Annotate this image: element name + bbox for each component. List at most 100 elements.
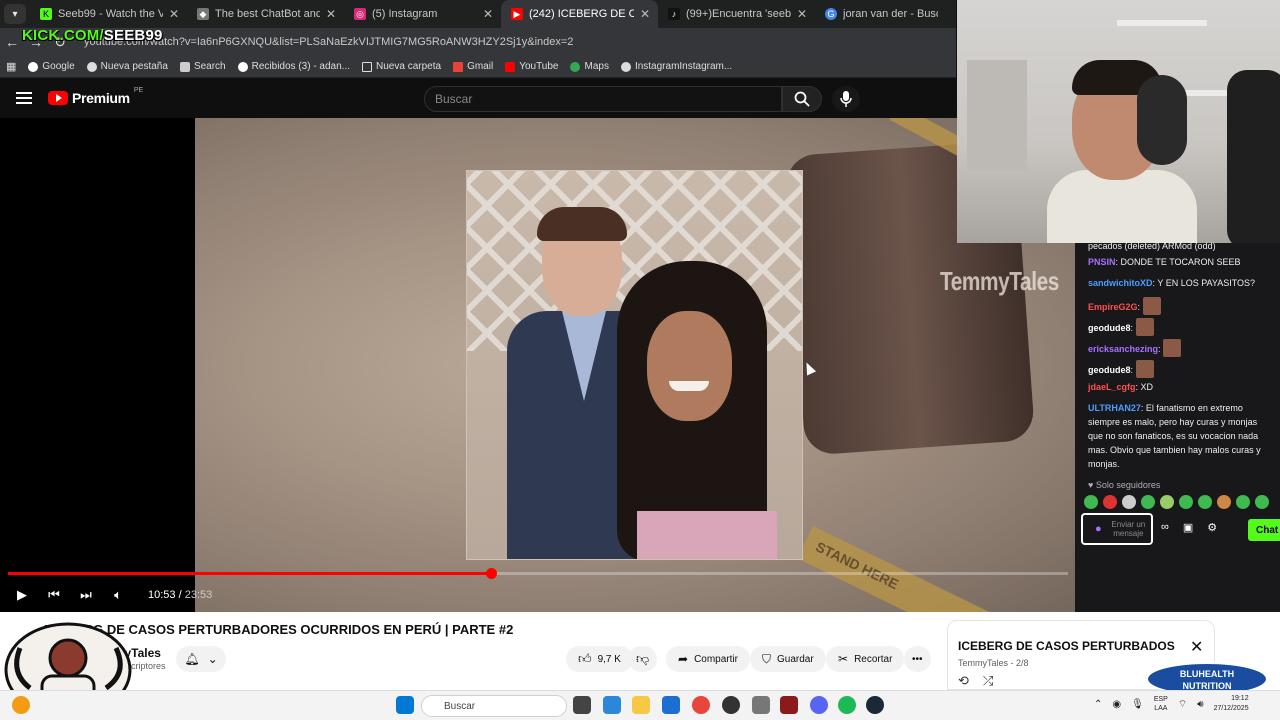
tab-tiktok[interactable]: ♪ (99+)Encuentra 'seeb99 en el co ✕ [658, 0, 815, 28]
subscribed-bell-button[interactable]: 🔔︎ ⌄ [176, 646, 226, 672]
emote-icon[interactable] [1122, 495, 1136, 509]
windows-taskbar: Buscar ⌃ ◉ 🎙︎ ESP LAA ⌔ 🔊︎ 19:12 27/12/202… [0, 690, 1280, 720]
voice-search-button[interactable] [832, 86, 860, 112]
microphone-icon[interactable]: 🎙︎ [1131, 699, 1144, 710]
bell-icon: 🔔︎ [184, 652, 200, 666]
share-button[interactable]: ➦ Compartir [666, 646, 750, 672]
bookmark-instagram[interactable]: InstagramInstagram... [620, 61, 732, 72]
bookmark-label: Search [193, 61, 226, 72]
bookmark-youtube[interactable]: YouTube [505, 61, 558, 72]
steam-icon[interactable] [866, 696, 884, 714]
chat-username[interactable]: geodude8 [1088, 323, 1131, 333]
close-icon[interactable]: ✕ [797, 7, 807, 21]
chat-send-button[interactable]: Chat [1248, 519, 1280, 541]
tab-list-button[interactable]: ▾ [4, 4, 26, 24]
tab-instagram[interactable]: ◎ (5) Instagram ✕ [344, 0, 501, 28]
language-indicator[interactable]: ESP LAA [1154, 695, 1168, 713]
widgets-icon[interactable] [603, 696, 621, 714]
chat-username[interactable]: ULTRHAN27 [1088, 403, 1141, 413]
chat-text: pecados (deleted) ARMod (odd) [1088, 241, 1216, 251]
playlist-title[interactable]: ICEBERG DE CASOS PERTURBADOS EN PERÚ [958, 639, 1178, 653]
chevron-up-icon[interactable]: ⌃ [1094, 699, 1102, 710]
woman-smile [669, 381, 709, 391]
microphone-icon[interactable]: ● [1095, 523, 1102, 535]
search-button[interactable] [782, 86, 822, 112]
chat-username[interactable]: jdaeL_cgfg [1088, 382, 1136, 392]
store-icon[interactable] [662, 696, 680, 714]
windows-start-icon[interactable] [396, 696, 414, 714]
weather-icon[interactable] [12, 696, 30, 714]
spotify-icon[interactable] [838, 696, 856, 714]
previous-icon[interactable]: ⏮ [38, 581, 70, 609]
bookmark-gmail[interactable]: Gmail [453, 61, 493, 72]
emote-icon[interactable] [1179, 495, 1193, 509]
tab-google-search[interactable]: G joran van der - Buscar con Goo [815, 0, 946, 28]
emote-icon[interactable] [1217, 495, 1231, 509]
chat-username[interactable]: sandwichitoXD [1088, 278, 1153, 288]
close-icon[interactable]: ✕ [483, 7, 493, 21]
emoji-icon[interactable]: ∞ [1161, 521, 1169, 534]
chrome-icon[interactable] [692, 696, 710, 714]
settings-gear-icon[interactable]: ⚙ [1207, 521, 1217, 534]
taskbar-search[interactable]: Buscar [421, 695, 567, 717]
network-icon[interactable]: ◉ [1112, 699, 1121, 710]
loop-icon[interactable]: ⟲ [958, 673, 969, 689]
progress-bar[interactable] [8, 568, 1068, 579]
bookmark-maps[interactable]: Maps [570, 61, 609, 72]
video-frame[interactable]: STAND HERE TemmyTales [195, 118, 1075, 612]
emote-icon[interactable] [1236, 495, 1250, 509]
emote-icon[interactable] [1103, 495, 1117, 509]
play-icon[interactable]: ▶ [6, 581, 38, 609]
tab-seeb99-vod[interactable]: K Seeb99 - Watch the VOD on Ki ✕ [30, 0, 187, 28]
task-view-icon[interactable] [573, 696, 591, 714]
apps-grid-icon[interactable]: ▦ [6, 60, 16, 73]
discord-icon[interactable] [810, 696, 828, 714]
tab-chatbot[interactable]: ◆ The best ChatBot and Widgets ✕ [187, 0, 344, 28]
obs-icon[interactable] [722, 696, 740, 714]
emote-icon[interactable] [1198, 495, 1212, 509]
next-icon[interactable]: ⏭ [70, 581, 102, 609]
bookmark-search[interactable]: Search [179, 61, 226, 72]
bookmark-google[interactable]: Google [28, 61, 75, 72]
chat-username[interactable]: PNSIN [1088, 257, 1116, 267]
volume-icon[interactable]: 🔊︎ [1197, 699, 1203, 710]
tab-youtube-iceberg[interactable]: ▶ (242) ICEBERG DE CASOS PERTU ✕ [501, 0, 658, 28]
emote-icon[interactable] [1255, 495, 1269, 509]
search-input[interactable]: Buscar [424, 86, 782, 112]
clock[interactable]: 19:12 27/12/2025 [1214, 694, 1249, 714]
close-icon[interactable]: ✕ [169, 7, 179, 21]
bookmark-inbox[interactable]: Recibidos (3) - adan... [237, 61, 350, 72]
chat-message: geodude8: [1088, 360, 1273, 378]
emote-icon[interactable] [1141, 495, 1155, 509]
menu-hamburger-icon[interactable] [16, 92, 32, 104]
shuffle-icon[interactable]: ⤮ [983, 673, 993, 689]
close-icon[interactable]: ✕ [640, 7, 650, 21]
emote-icon[interactable] [1084, 495, 1098, 509]
store-icon[interactable]: ▣ [1183, 521, 1193, 534]
app-icon[interactable] [752, 696, 770, 714]
wifi-icon[interactable]: ⌔ [1178, 698, 1187, 711]
chat-input[interactable]: ● Enviar un mensaje [1081, 513, 1153, 545]
bookmark-folder[interactable]: Nueva carpeta [362, 61, 441, 72]
clip-button[interactable]: ✂ Recortar [826, 646, 905, 672]
volume-icon[interactable]: 🔈︎ [102, 581, 134, 609]
back-arrow-icon[interactable]: ← [0, 34, 24, 50]
bookmark-new-tab[interactable]: Nueva pestaña [86, 61, 168, 72]
chat-username[interactable]: EmpireG2G [1088, 302, 1138, 312]
like-button[interactable]: 👍︎ 9,7 K [566, 646, 633, 672]
youtube-premium-logo[interactable]: Premium PE [48, 87, 143, 106]
youtube-play-logo-icon [48, 91, 68, 105]
app-icon[interactable] [780, 696, 798, 714]
chat-username[interactable]: geodude8 [1088, 365, 1131, 375]
playlist-subtitle: TemmyTales - 2/8 [958, 658, 1029, 668]
close-icon[interactable]: ✕ [1190, 637, 1203, 657]
dislike-button[interactable]: 👎︎ [628, 646, 658, 672]
chat-username[interactable]: ericksanchezing [1088, 344, 1158, 354]
save-button[interactable]: ⛉ Guardar [750, 646, 826, 672]
emote-icon[interactable] [1160, 495, 1174, 509]
close-icon[interactable]: ✕ [326, 7, 336, 21]
chevron-down-icon: ⌄ [207, 652, 218, 666]
more-actions-button[interactable]: ••• [904, 646, 931, 672]
file-explorer-icon[interactable] [632, 696, 650, 714]
google-icon [28, 61, 39, 72]
